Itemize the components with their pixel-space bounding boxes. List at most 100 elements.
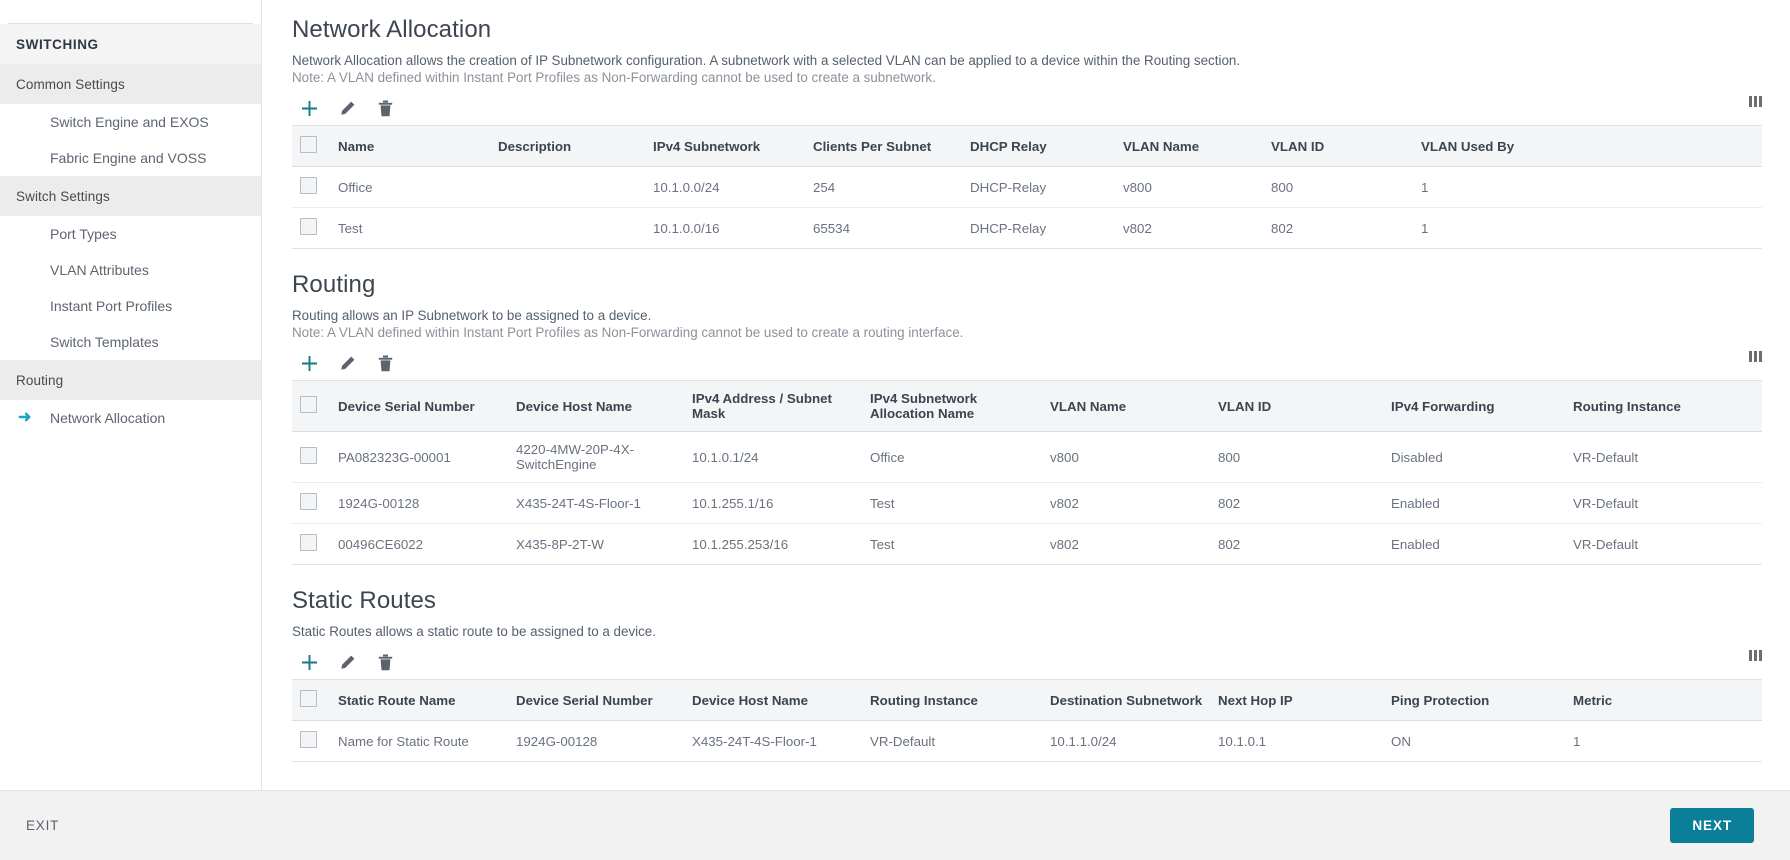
select-all-checkbox[interactable] [300,396,317,413]
row-select-cell[interactable] [292,483,338,524]
sidebar-item-network-allocation[interactable]: ➜ Network Allocation [0,400,261,436]
sidebar-item-port-types[interactable]: Port Types [0,216,261,252]
cell-name: Office [338,167,498,208]
row-checkbox[interactable] [300,731,317,748]
table-row[interactable]: 1924G-00128 X435-24T-4S-Floor-1 10.1.255… [292,483,1762,524]
next-button[interactable]: NEXT [1670,808,1754,843]
row-checkbox[interactable] [300,447,317,464]
sidebar-item-label: Network Allocation [50,410,165,426]
page-body: SWITCHING Common Settings Switch Engine … [0,0,1790,790]
main-content: Network Allocation Network Allocation al… [262,0,1790,790]
column-header-name[interactable]: Name [338,126,498,167]
select-all-header[interactable] [292,680,338,721]
column-header-routing-instance[interactable]: Routing Instance [870,680,1050,721]
sidebar-item-fabric-engine-and-voss[interactable]: Fabric Engine and VOSS [0,140,261,176]
page-title: Network Allocation [292,16,1762,44]
table-row[interactable]: PA082323G-00001 4220-4MW-20P-4X-SwitchEn… [292,432,1762,483]
sidebar-section-common-settings[interactable]: Common Settings [0,64,261,104]
table-row[interactable]: Name for Static Route 1924G-00128 X435-2… [292,721,1762,762]
column-header-vlan-id[interactable]: VLAN ID [1271,126,1421,167]
cell-ipv4-subnetwork: 10.1.0.0/24 [653,167,813,208]
edit-icon[interactable] [330,350,364,376]
cell-vlan-id: 802 [1271,208,1421,249]
column-header-routing-instance[interactable]: Routing Instance [1573,381,1762,432]
column-header-description[interactable]: Description [498,126,653,167]
table-row[interactable]: Test 10.1.0.0/16 65534 DHCP-Relay v802 8… [292,208,1762,249]
column-header-ping-protection[interactable]: Ping Protection [1391,680,1573,721]
sidebar-item-label: VLAN Attributes [50,262,149,278]
column-header-ipv4-forwarding[interactable]: IPv4 Forwarding [1391,381,1573,432]
column-header-device-serial-number[interactable]: Device Serial Number [516,680,692,721]
row-checkbox[interactable] [300,177,317,194]
sidebar-item-switch-templates[interactable]: Switch Templates [0,324,261,360]
select-all-header[interactable] [292,381,338,432]
cell-clients-per-subnet: 254 [813,167,970,208]
table-row[interactable]: 00496CE6022 X435-8P-2T-W 10.1.255.253/16… [292,524,1762,565]
column-header-device-host-name[interactable]: Device Host Name [516,381,692,432]
column-header-ipv4-subnetwork-allocation-name[interactable]: IPv4 Subnetwork Allocation Name [870,381,1050,432]
column-header-ipv4-subnetwork[interactable]: IPv4 Subnetwork [653,126,813,167]
network-allocation-table: Name Description IPv4 Subnetwork Clients… [292,125,1762,249]
delete-icon[interactable] [368,95,402,121]
cell-host-name: X435-24T-4S-Floor-1 [516,483,692,524]
column-header-ipv4-address-subnet-mask[interactable]: IPv4 Address / Subnet Mask [692,381,870,432]
sidebar-section-switch-settings[interactable]: Switch Settings [0,176,261,216]
sidebar-item-switch-engine-and-exos[interactable]: Switch Engine and EXOS [0,104,261,140]
edit-icon[interactable] [330,95,364,121]
delete-icon[interactable] [368,350,402,376]
table-row[interactable]: Office 10.1.0.0/24 254 DHCP-Relay v800 8… [292,167,1762,208]
row-select-cell[interactable] [292,432,338,483]
table-header-row: Device Serial Number Device Host Name IP… [292,381,1762,432]
column-header-destination-subnetwork[interactable]: Destination Subnetwork [1050,680,1218,721]
cell-ping-protection: ON [1391,721,1573,762]
sidebar-item-label: Port Types [50,226,117,242]
sidebar-item-instant-port-profiles[interactable]: Instant Port Profiles [0,288,261,324]
select-all-checkbox[interactable] [300,690,317,707]
select-all-header[interactable] [292,126,338,167]
row-checkbox[interactable] [300,493,317,510]
column-header-vlan-used-by[interactable]: VLAN Used By [1421,126,1762,167]
row-select-cell[interactable] [292,721,338,762]
section-network-allocation: Network Allocation Network Allocation al… [292,16,1762,249]
column-header-next-hop-ip[interactable]: Next Hop IP [1218,680,1391,721]
routing-toolbar [292,346,1762,380]
add-icon[interactable] [292,350,326,376]
column-header-device-serial-number[interactable]: Device Serial Number [338,381,516,432]
sidebar-item-label: Fabric Engine and VOSS [50,150,206,166]
select-all-checkbox[interactable] [300,136,317,153]
column-header-metric[interactable]: Metric [1573,680,1762,721]
cell-vlan-used-by-link[interactable]: 1 [1421,208,1762,249]
column-header-vlan-name[interactable]: VLAN Name [1123,126,1271,167]
table-header-row: Name Description IPv4 Subnetwork Clients… [292,126,1762,167]
columns-icon[interactable] [1749,650,1762,661]
row-select-cell[interactable] [292,167,338,208]
delete-icon[interactable] [368,649,402,675]
row-checkbox[interactable] [300,218,317,235]
row-select-cell[interactable] [292,208,338,249]
column-header-vlan-id[interactable]: VLAN ID [1218,381,1391,432]
sidebar-item-label: Switch Templates [50,334,159,350]
column-header-vlan-name[interactable]: VLAN Name [1050,381,1218,432]
column-header-clients-per-subnet[interactable]: Clients Per Subnet [813,126,970,167]
wizard-page: SWITCHING Common Settings Switch Engine … [0,0,1790,860]
columns-icon[interactable] [1749,96,1762,107]
row-select-cell[interactable] [292,524,338,565]
cell-vlan-used-by-link[interactable]: 1 [1421,167,1762,208]
row-checkbox[interactable] [300,534,317,551]
cell-dhcp-relay-link[interactable]: DHCP-Relay [970,167,1123,208]
section-static-routes: Static Routes Static Routes allows a sta… [292,587,1762,762]
sidebar-section-routing[interactable]: Routing [0,360,261,400]
add-icon[interactable] [292,649,326,675]
sidebar-item-vlan-attributes[interactable]: VLAN Attributes [0,252,261,288]
cell-destination-subnetwork: 10.1.1.0/24 [1050,721,1218,762]
exit-button[interactable]: EXIT [26,818,59,833]
column-header-static-route-name[interactable]: Static Route Name [338,680,516,721]
routing-table: Device Serial Number Device Host Name IP… [292,380,1762,565]
cell-host-name: X435-24T-4S-Floor-1 [692,721,870,762]
cell-dhcp-relay-link[interactable]: DHCP-Relay [970,208,1123,249]
column-header-dhcp-relay[interactable]: DHCP Relay [970,126,1123,167]
columns-icon[interactable] [1749,351,1762,362]
edit-icon[interactable] [330,649,364,675]
add-icon[interactable] [292,95,326,121]
column-header-device-host-name[interactable]: Device Host Name [692,680,870,721]
